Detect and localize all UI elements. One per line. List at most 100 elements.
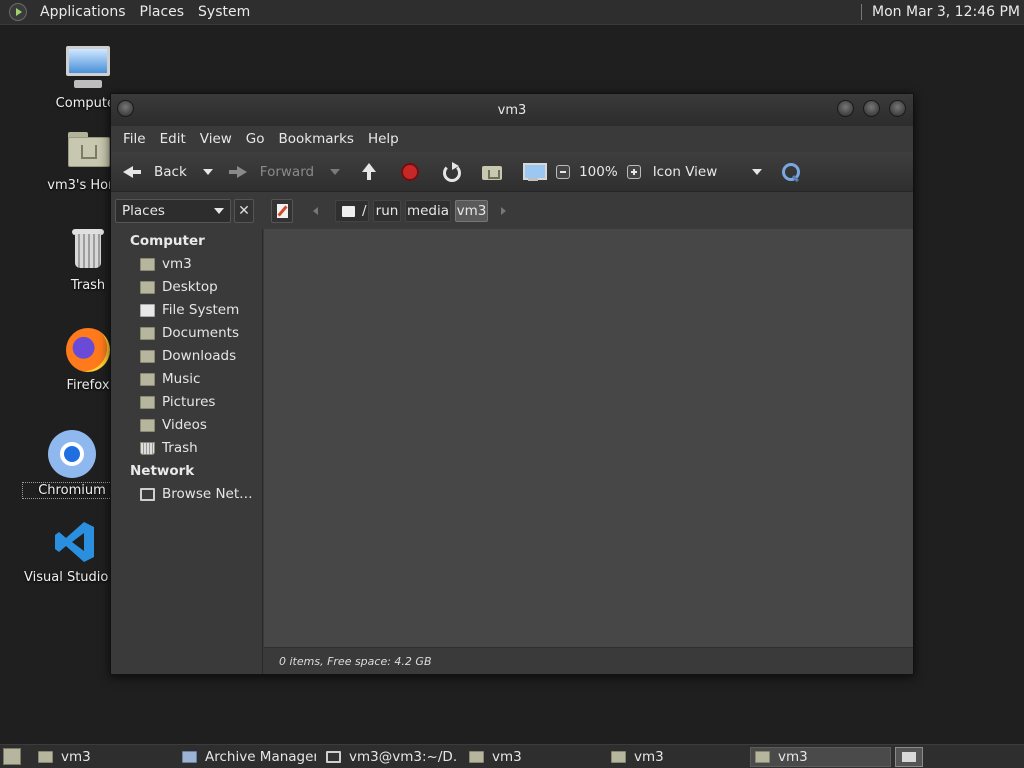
firefox-icon <box>64 326 112 374</box>
sidebar-mode-select[interactable]: Places <box>115 199 231 223</box>
vscode-icon <box>50 518 98 566</box>
folder-icon <box>755 751 770 763</box>
videos-folder-icon <box>140 418 155 432</box>
trash-icon <box>64 226 112 274</box>
desktop-icon-chromium[interactable]: Chromium <box>22 430 122 499</box>
home-folder-icon <box>64 126 112 174</box>
crumb-media[interactable]: media <box>405 200 451 222</box>
close-icon[interactable] <box>889 100 906 117</box>
sidebar-item-pictures[interactable]: Pictures <box>140 392 215 412</box>
trash-icon <box>140 441 155 455</box>
terminal-icon <box>326 751 341 763</box>
back-history-dropdown-icon[interactable] <box>202 168 213 175</box>
menu-places[interactable]: Places <box>133 4 192 20</box>
sidebar-item-file-system[interactable]: File System <box>140 300 239 320</box>
downloads-folder-icon <box>140 349 155 363</box>
status-text: 0 items, Free space: 4.2 GB <box>279 654 432 668</box>
menubar: File Edit View Go Bookmarks Help <box>111 126 913 152</box>
workspace-switcher[interactable] <box>895 747 923 767</box>
crumb-root[interactable]: / <box>335 200 369 222</box>
desktop-folder-icon <box>140 280 155 294</box>
taskbar-item-terminal[interactable]: vm3@vm3:~/D… <box>326 747 458 767</box>
edit-location-icon[interactable] <box>271 199 293 223</box>
distro-logo-icon[interactable] <box>9 3 27 21</box>
top-panel: Applications Places System Mon Mar 3, 12… <box>0 0 1024 25</box>
taskbar-item-label: vm3 <box>634 749 664 765</box>
chromium-icon <box>48 430 96 478</box>
drive-icon <box>140 303 155 317</box>
forward-arrow-icon <box>227 161 249 183</box>
taskbar-item-label: vm3 <box>492 749 522 765</box>
sidebar-item-label: Documents <box>162 325 239 341</box>
file-manager-window: vm3 File Edit View Go Bookmarks Help Bac… <box>110 93 914 675</box>
close-sidebar-button[interactable]: ✕ <box>234 199 254 223</box>
menu-bookmarks[interactable]: Bookmarks <box>272 131 361 147</box>
sidebar-item-label: vm3 <box>162 256 192 272</box>
search-icon[interactable] <box>780 161 802 183</box>
crumb-root-label: / <box>362 203 367 219</box>
crumb-vm3[interactable]: vm3 <box>455 200 488 222</box>
back-button[interactable]: Back <box>121 161 187 183</box>
zoom-out-icon[interactable] <box>556 164 571 179</box>
desktop-icon-vscode[interactable]: Visual Studio Code <box>24 518 146 585</box>
sidebar-item-label: Desktop <box>162 279 218 295</box>
minimize-icon[interactable] <box>837 100 854 117</box>
menu-applications[interactable]: Applications <box>33 4 133 20</box>
taskbar-item-label: Archive Manager <box>205 749 316 765</box>
taskbar-item-vm3-active[interactable]: vm3 <box>750 747 891 767</box>
forward-label: Forward <box>259 163 315 180</box>
taskbar-item-label: vm3@vm3:~/D… <box>349 749 458 765</box>
taskbar-item-vm3-2[interactable]: vm3 <box>469 747 601 767</box>
sidebar-item-music[interactable]: Music <box>140 369 200 389</box>
up-icon[interactable] <box>358 161 380 183</box>
taskbar-item-archive-manager[interactable]: Archive Manager <box>182 747 316 767</box>
sidebar-item-label: Videos <box>162 417 207 433</box>
sidebar-item-documents[interactable]: Documents <box>140 323 239 343</box>
sidebar-item-label: Pictures <box>162 394 216 410</box>
crumb-scroll-left-icon[interactable] <box>313 207 318 215</box>
maximize-icon[interactable] <box>863 100 880 117</box>
folder-icon <box>38 751 53 763</box>
stop-icon[interactable] <box>399 161 421 183</box>
clock[interactable]: Mon Mar 3, 12:46 PM <box>872 4 1020 20</box>
folder-icon <box>611 751 626 763</box>
window-titlebar[interactable]: vm3 <box>111 94 913 126</box>
drive-icon <box>342 205 355 217</box>
file-view-pane[interactable] <box>264 229 913 647</box>
computer-icon[interactable] <box>522 161 548 183</box>
taskbar-item-vm3-3[interactable]: vm3 <box>611 747 743 767</box>
zoom-in-icon[interactable] <box>626 164 641 179</box>
reload-icon[interactable] <box>440 161 462 183</box>
menu-go[interactable]: Go <box>239 131 272 147</box>
sidebar-item-videos[interactable]: Videos <box>140 415 207 435</box>
home-folder-icon <box>140 257 155 271</box>
menu-file[interactable]: File <box>116 131 153 147</box>
sidebar-item-downloads[interactable]: Downloads <box>140 346 236 366</box>
crumb-run[interactable]: run <box>373 200 401 222</box>
places-sidebar: Computer vm3 Desktop File System Documen… <box>111 229 263 674</box>
sidebar-item-label: Browse Net… <box>162 486 253 502</box>
taskbar-item-label: vm3 <box>61 749 91 765</box>
sidebar-item-trash[interactable]: Trash <box>140 438 198 458</box>
forward-history-dropdown-icon[interactable] <box>330 168 341 175</box>
view-mode-select[interactable]: Icon View <box>653 164 763 180</box>
home-icon[interactable] <box>481 161 503 183</box>
back-arrow-icon <box>121 161 143 183</box>
forward-button[interactable]: Forward <box>227 161 314 183</box>
window-title: vm3 <box>497 102 527 118</box>
sidebar-item-label: File System <box>162 302 240 318</box>
sidebar-item-desktop[interactable]: Desktop <box>140 277 218 297</box>
window-menu-icon[interactable] <box>117 100 134 117</box>
show-desktop-icon[interactable] <box>3 748 21 765</box>
crumb-scroll-right-icon[interactable] <box>501 207 506 215</box>
menu-view[interactable]: View <box>193 131 239 147</box>
taskbar-item-vm3-1[interactable]: vm3 <box>38 747 170 767</box>
documents-folder-icon <box>140 326 155 340</box>
computer-icon <box>64 44 112 92</box>
menu-system[interactable]: System <box>191 4 257 20</box>
menu-help[interactable]: Help <box>361 131 406 147</box>
sidebar-item-browse-network[interactable]: Browse Net… <box>140 484 253 504</box>
sidebar-item-vm3[interactable]: vm3 <box>140 254 192 274</box>
menu-edit[interactable]: Edit <box>153 131 193 147</box>
home-folder-icon <box>469 751 484 763</box>
